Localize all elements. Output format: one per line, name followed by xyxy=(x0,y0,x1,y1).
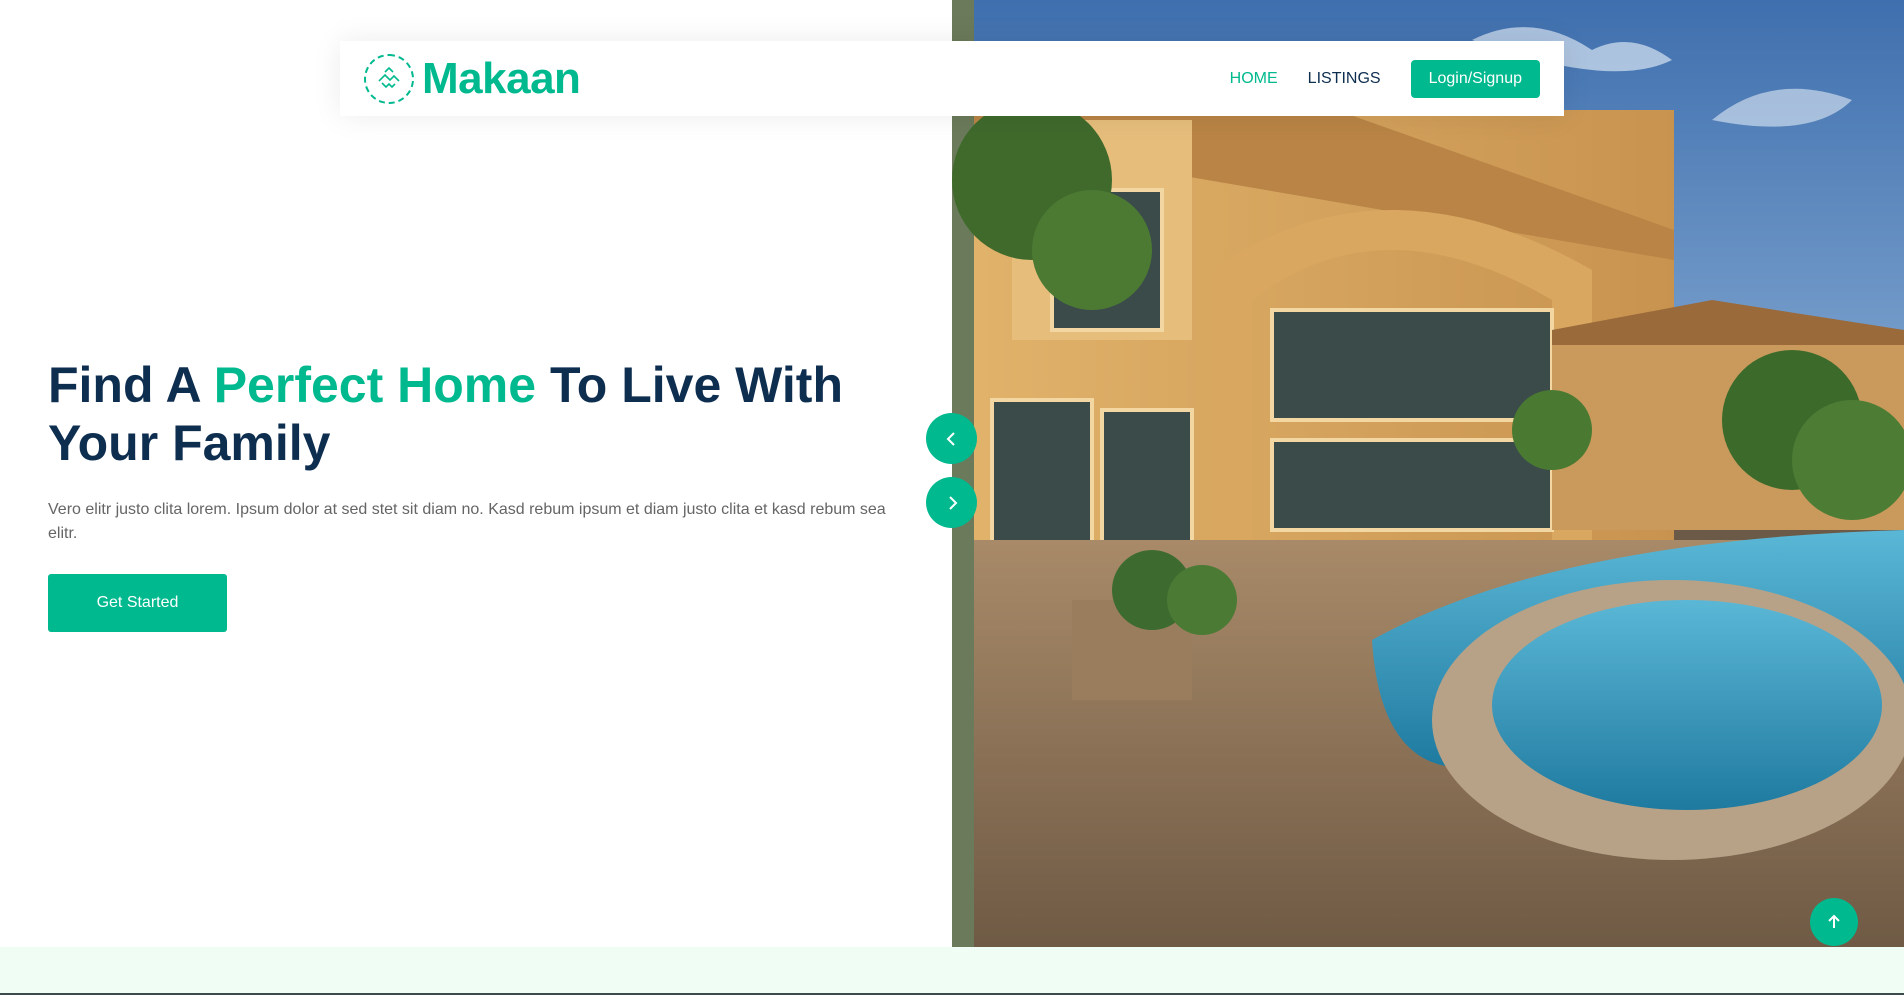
chevron-left-icon xyxy=(946,431,955,446)
nav-links: HOME LISTINGS Login/Signup xyxy=(1230,59,1540,98)
login-signup-button[interactable]: Login/Signup xyxy=(1410,59,1540,98)
handshake-house-icon xyxy=(364,53,414,104)
hero-title-part1: Find A xyxy=(48,357,214,413)
next-section-strip xyxy=(0,947,1904,995)
hero-description: Vero elitr justo clita lorem. Ipsum dolo… xyxy=(48,501,886,542)
brand-logo[interactable]: Makaan xyxy=(364,53,581,104)
hero-title-accent: Perfect Home xyxy=(213,357,537,413)
hero-content: Find A Perfect Home To Live With Your Fa… xyxy=(48,356,928,632)
arrow-up-icon xyxy=(1828,914,1840,928)
nav-listings-link[interactable]: LISTINGS xyxy=(1308,70,1381,88)
brand-name: Makaan xyxy=(422,53,581,103)
back-to-top-button[interactable] xyxy=(1810,898,1858,946)
carousel-next-button[interactable] xyxy=(926,477,977,528)
hero-image xyxy=(952,0,1904,947)
hero-title: Find A Perfect Home To Live With Your Fa… xyxy=(48,356,928,472)
get-started-button[interactable]: Get Started xyxy=(48,574,227,632)
carousel-prev-button[interactable] xyxy=(926,413,977,464)
nav-home-link[interactable]: HOME xyxy=(1230,70,1278,88)
chevron-right-icon xyxy=(948,495,957,510)
navbar: Makaan HOME LISTINGS Login/Signup xyxy=(340,41,1564,116)
